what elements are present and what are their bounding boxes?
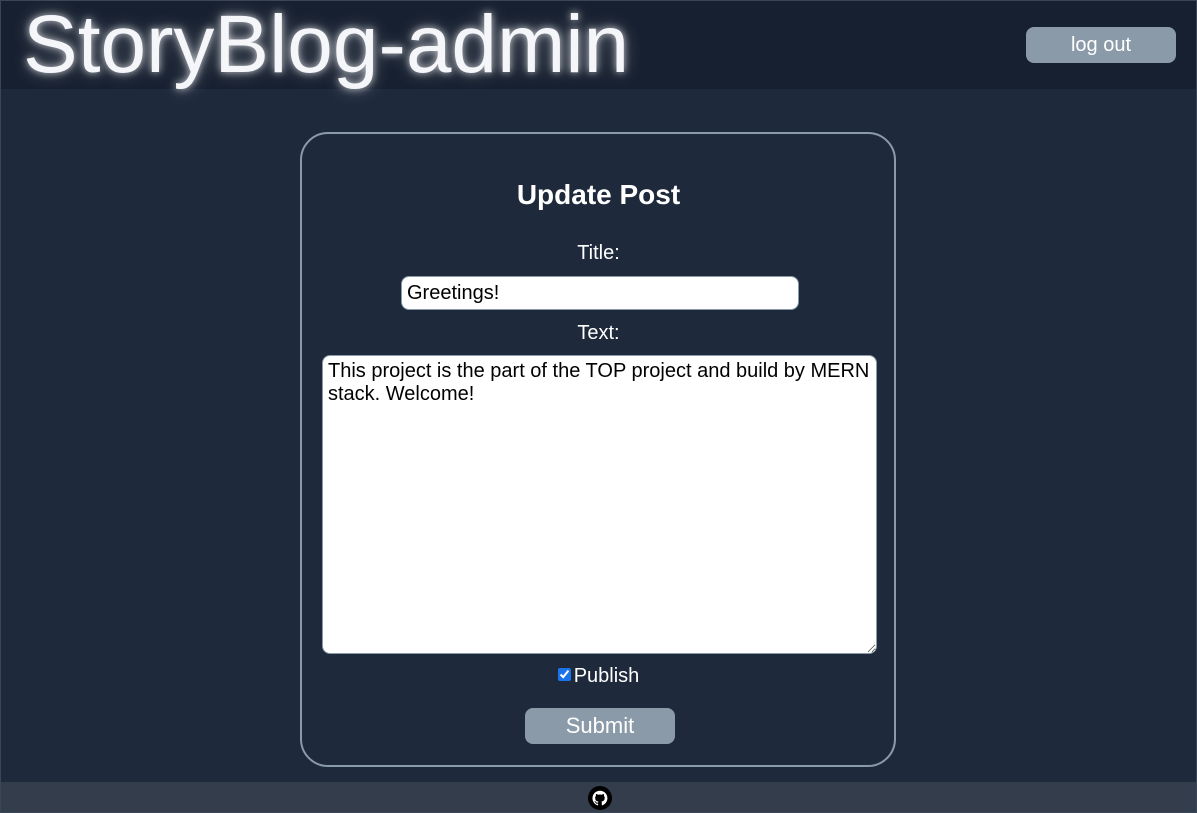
publish-row: Publish [1,664,1196,688]
header: StoryBlog-admin log out [1,0,1196,90]
title-label: Title: [577,242,620,264]
site-title: StoryBlog-admin [23,0,630,90]
publish-checkbox[interactable] [557,668,571,681]
submit-button[interactable]: Submit [525,708,675,744]
publish-label[interactable]: Publish [574,665,640,687]
github-icon[interactable] [588,786,612,810]
text-input[interactable]: This project is the part of the TOP proj… [322,355,877,654]
footer [1,782,1196,812]
text-label: Text: [577,322,620,344]
form-heading: Update Post [516,179,681,210]
logout-button[interactable]: log out [1026,27,1176,63]
title-input[interactable] [401,276,799,310]
